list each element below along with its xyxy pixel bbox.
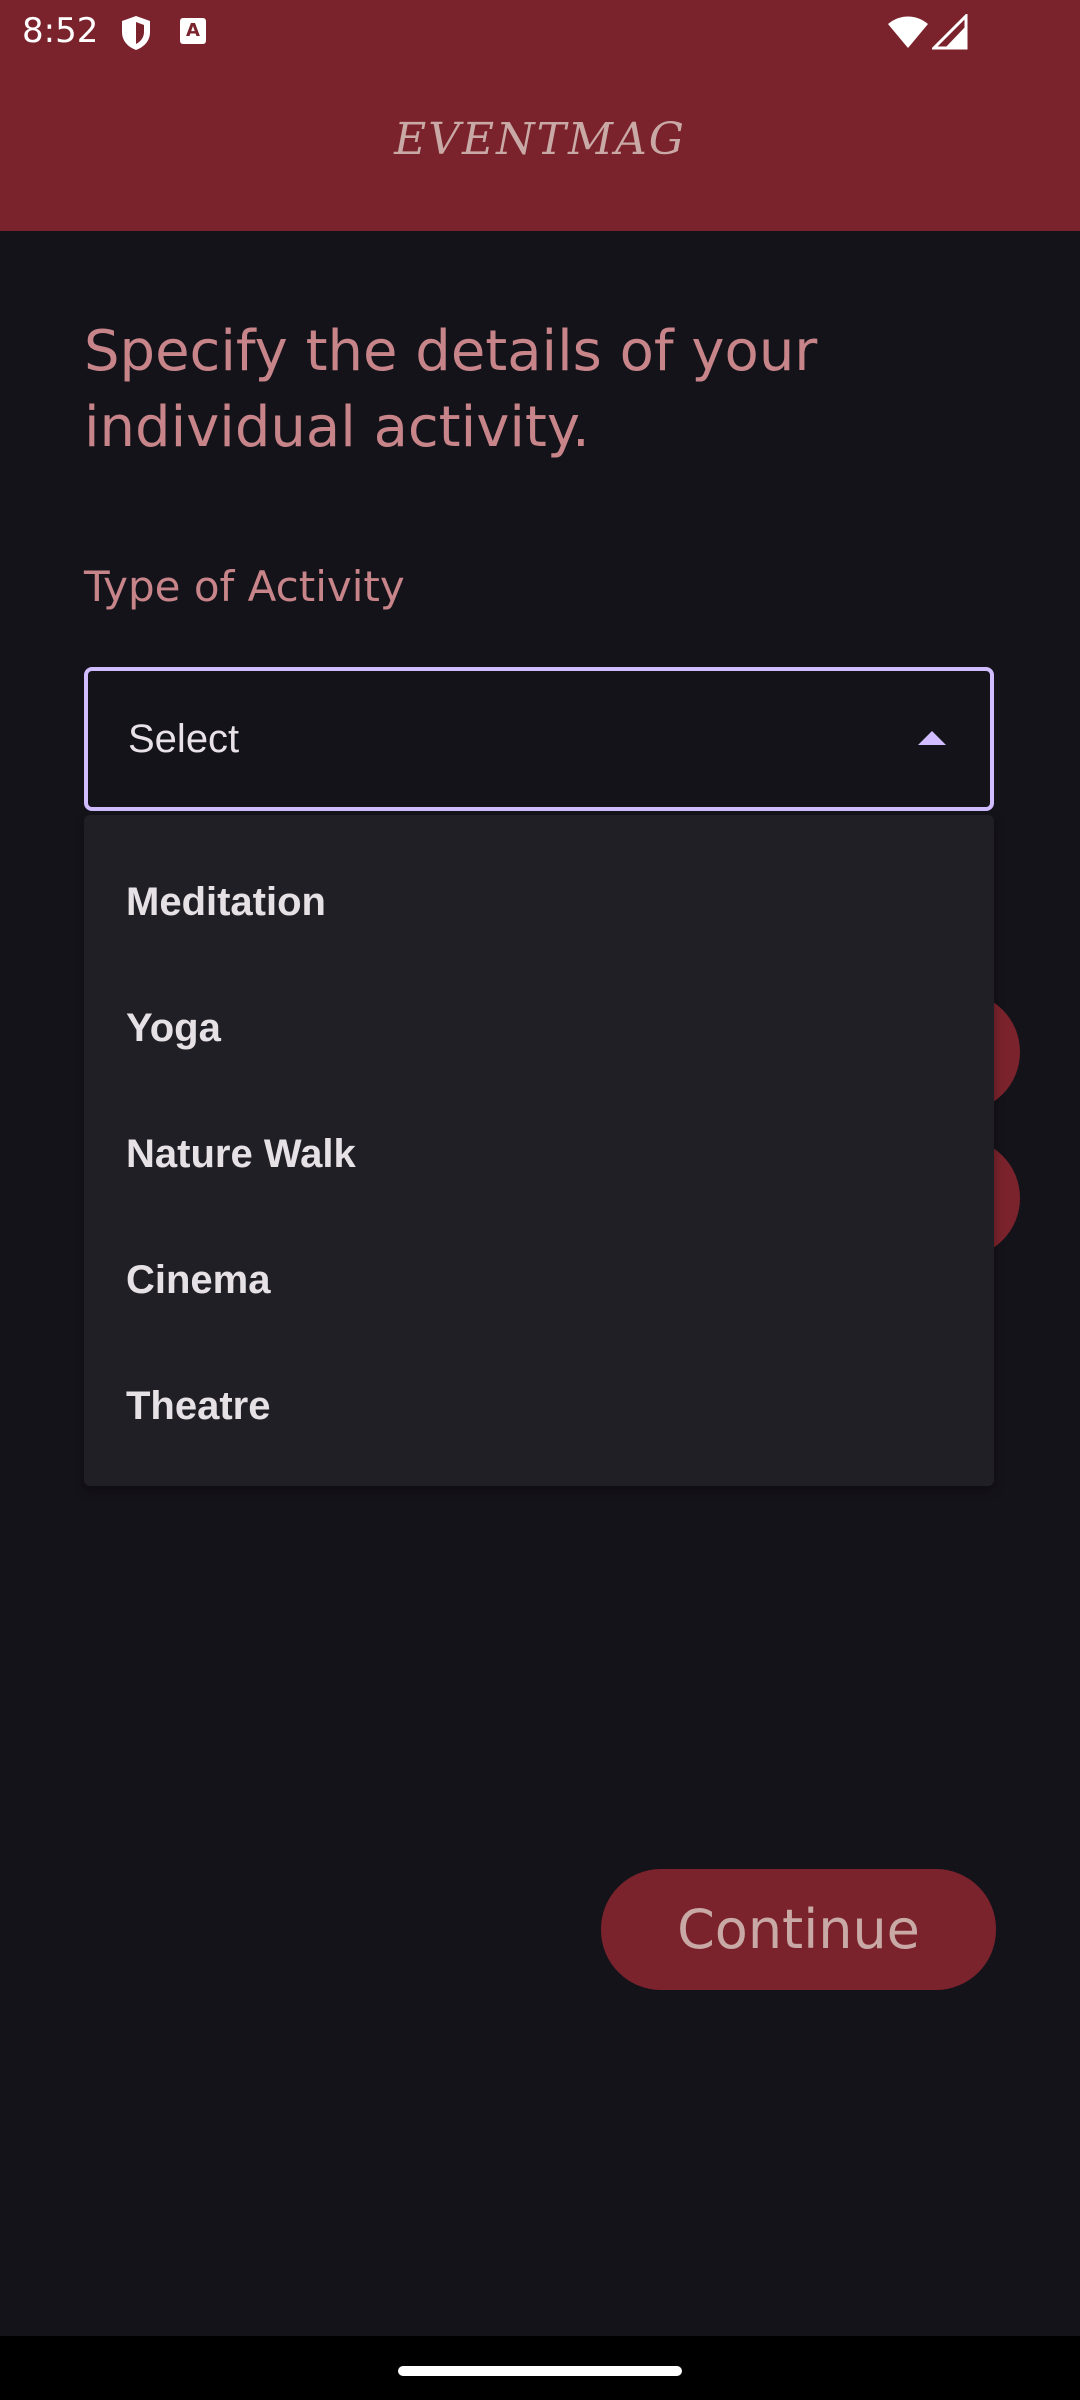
menu-item-cinema[interactable]: Cinema bbox=[84, 1218, 994, 1344]
menu-item-nature-walk[interactable]: Nature Walk bbox=[84, 1092, 994, 1218]
menu-item-label: Yoga bbox=[126, 1006, 221, 1050]
chevron-up-icon[interactable] bbox=[918, 731, 946, 745]
activity-options-menu: Meditation Yoga Nature Walk Cinema Theat… bbox=[84, 815, 994, 1486]
shield-icon bbox=[122, 16, 150, 50]
app-title: EVENTMAG bbox=[394, 114, 686, 165]
wifi-icon bbox=[888, 16, 928, 48]
a-notification-icon: A bbox=[180, 18, 206, 44]
menu-item-label: Theatre bbox=[126, 1384, 271, 1428]
activity-type-select[interactable]: Select bbox=[84, 667, 994, 811]
menu-item-theatre[interactable]: Theatre bbox=[84, 1344, 994, 1470]
page-heading: Specify the details of your individual a… bbox=[84, 319, 818, 460]
continue-button[interactable]: Continue bbox=[601, 1869, 996, 1990]
activity-type-label: Type of Activity bbox=[84, 562, 405, 611]
signal-icon bbox=[932, 14, 968, 50]
app-bar: EVENTMAG bbox=[0, 62, 1080, 231]
select-value: Select bbox=[128, 717, 240, 761]
home-gesture-handle[interactable] bbox=[398, 2366, 682, 2376]
status-time: 8:52 bbox=[22, 11, 99, 51]
menu-item-label: Cinema bbox=[126, 1258, 271, 1302]
menu-item-label: Nature Walk bbox=[126, 1132, 356, 1176]
menu-item-meditation[interactable]: Meditation bbox=[84, 840, 994, 966]
menu-item-label: Meditation bbox=[126, 880, 326, 924]
status-bar: 8:52 A bbox=[0, 0, 1080, 62]
menu-item-yoga[interactable]: Yoga bbox=[84, 966, 994, 1092]
